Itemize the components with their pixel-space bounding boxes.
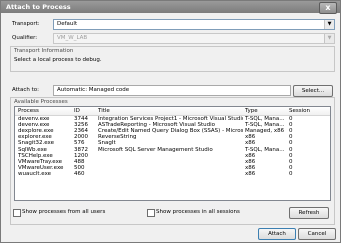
cell-type: T-SQL, Mana... [245, 122, 285, 129]
transport-value: Default [57, 21, 78, 27]
cancel-button[interactable]: Cancel [298, 228, 336, 240]
cell-process: Snagit32.exe [18, 140, 55, 147]
attach-to-label: Attach to: [12, 87, 39, 93]
transport-information-text: Select a local process to debug. [14, 57, 102, 63]
column-header-process[interactable]: Process [18, 108, 39, 114]
cell-session: 0 [289, 116, 293, 122]
attach-button[interactable]: Attach [258, 228, 296, 240]
cell-title: SnagIt [98, 140, 116, 147]
cell-session: 0 [289, 134, 293, 141]
transport-label: Transport: [12, 21, 40, 27]
cell-type: T-SQL, Mana... [245, 146, 285, 153]
cell-id: 3744 [74, 116, 88, 122]
cell-id: 3256 [74, 122, 88, 129]
cell-session: 0 [289, 146, 293, 153]
cell-process: dexplore.exe [18, 128, 54, 135]
show-all-users-label: Show processes from all users [22, 209, 106, 215]
attach-to-field: Automatic: Managed code [53, 85, 291, 96]
transport-information-title: Transport Information [14, 48, 74, 54]
cell-session: 0 [289, 164, 293, 171]
cell-title: Integration Services Project1 - Microsof… [98, 116, 243, 122]
cell-id: 576 [74, 140, 85, 147]
cell-process: SqlWb.exe [18, 146, 47, 153]
cell-type: T-SQL, Mana... [245, 116, 285, 122]
cell-process: devenv.exe [18, 116, 50, 122]
cell-process: wuauclt.exe [18, 170, 52, 177]
cell-session: 0 [289, 140, 293, 147]
cell-type: Managed, x86 [245, 128, 285, 135]
cell-session: 0 [289, 128, 293, 135]
cell-process: VMwareTray.exe [18, 158, 63, 165]
cell-title: Microsoft SQL Server Management Studio [98, 146, 213, 153]
attach-to-value: Automatic: Managed code [57, 87, 130, 93]
transport-information-group: Transport Information Select a local pro… [10, 46, 335, 72]
column-header-id[interactable]: ID [74, 108, 80, 114]
process-table[interactable]: Process ID Title Type Session devenv.exe… [14, 106, 331, 201]
cell-session: 0 [289, 170, 293, 177]
cell-process: explorer.exe [18, 134, 52, 141]
select-button[interactable]: Select... [293, 85, 333, 97]
cell-session: 0 [289, 158, 293, 165]
cell-title: ReverseString [98, 134, 137, 141]
cell-session: 0 [289, 152, 293, 159]
close-button[interactable]: x [319, 2, 337, 14]
cell-process: TSCHelp.exe [18, 152, 53, 159]
table-row[interactable]: wuauclt.exe 460 x86 0 [15, 171, 330, 177]
cell-type: x86 [245, 170, 256, 177]
cell-process: devenv.exe [18, 122, 50, 129]
table-header: Process ID Title Type Session [15, 107, 330, 116]
cell-type: x86 [245, 164, 256, 171]
cell-process: VMwareUser.exe [18, 164, 64, 171]
cell-title: Create/Edit Named Query Dialog Box (SSAS… [98, 128, 243, 135]
cell-type: x86 [245, 152, 256, 159]
cell-type: x86 [245, 140, 256, 147]
show-all-sessions-checkbox[interactable] [147, 209, 155, 217]
column-header-session[interactable]: Session [289, 108, 310, 114]
cell-id: 3872 [74, 146, 88, 153]
qualifier-dropdown[interactable]: VM_W_LAB ▼ [53, 33, 335, 44]
available-processes-title: Available Processes [14, 99, 68, 105]
cell-id: 1200 [74, 152, 88, 159]
cell-id: 500 [74, 164, 85, 171]
show-all-users-checkbox[interactable] [13, 209, 21, 217]
cell-type: x86 [245, 134, 256, 141]
show-all-sessions-label: Show processes in all sessions [156, 209, 240, 215]
cell-type: x86 [245, 158, 256, 165]
qualifier-label: Qualifier: [12, 35, 38, 41]
dialog-title: Attach to Process [6, 3, 71, 11]
refresh-button[interactable]: Refresh [289, 207, 329, 219]
attach-to-process-dialog: Attach to Process x Transport: Default ▼… [0, 0, 341, 243]
column-header-title[interactable]: Title [98, 108, 110, 114]
title-bar: Attach to Process x [1, 1, 340, 14]
chevron-down-icon: ▼ [324, 34, 334, 43]
cell-session: 0 [289, 122, 293, 129]
qualifier-value: VM_W_LAB [57, 35, 88, 41]
column-header-type[interactable]: Type [245, 108, 258, 114]
chevron-down-icon: ▼ [324, 20, 334, 29]
cell-id: 460 [74, 170, 85, 177]
cell-id: 2000 [74, 134, 88, 141]
transport-dropdown[interactable]: Default ▼ [53, 19, 335, 30]
cell-id: 488 [74, 158, 85, 165]
cell-id: 2364 [74, 128, 88, 135]
cell-title: ASTradeReporting - Microsoft Visual Stud… [98, 122, 215, 129]
